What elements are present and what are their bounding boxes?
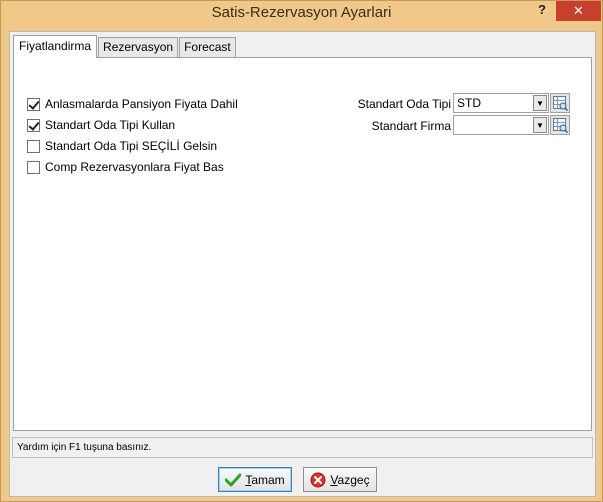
lookup-firma-button[interactable] bbox=[550, 115, 570, 135]
window-title: Satis-Rezervasyon Ayarlari bbox=[211, 4, 392, 21]
status-bar: Yardım için F1 tuşuna basınız. bbox=[12, 437, 593, 458]
tamam-button[interactable]: Tamam bbox=[218, 467, 292, 492]
lookup-oda-tipi-button[interactable] bbox=[550, 93, 570, 113]
checkbox-row-standart-oda[interactable]: Standart Oda Tipi Kullan bbox=[27, 117, 175, 133]
green-check-icon bbox=[225, 473, 242, 487]
close-button[interactable]: ✕ bbox=[556, 1, 601, 21]
checkbox-standart-oda-secili[interactable] bbox=[27, 139, 40, 153]
tab-forecast[interactable]: Forecast bbox=[179, 37, 236, 57]
status-text: Yardım için F1 tuşuna basınız. bbox=[17, 442, 152, 453]
tamam-label: Tamam bbox=[245, 472, 285, 487]
checkbox-label: Anlasmalarda Pansiyon Fiyata Dahil bbox=[45, 97, 238, 111]
checkbox-label: Comp Rezervasyonlara Fiyat Bas bbox=[45, 160, 224, 174]
standart-firma-combo[interactable]: ▼ bbox=[453, 115, 549, 135]
lookup-grid-icon bbox=[553, 96, 568, 111]
checkbox-label: Standart Oda Tipi SEÇİLİ Gelsin bbox=[45, 139, 218, 153]
checkbox-label: Standart Oda Tipi Kullan bbox=[45, 118, 176, 132]
checkbox-comp-fiyat-bas[interactable] bbox=[27, 160, 40, 174]
tab-fiyatlandirma[interactable]: Fiyatlandirma bbox=[13, 35, 98, 58]
dropdown-arrow-icon[interactable]: ▼ bbox=[533, 117, 547, 133]
lookup-grid-icon bbox=[553, 118, 568, 133]
checkbox-row-secili[interactable]: Standart Oda Tipi SEÇİLİ Gelsin bbox=[27, 138, 217, 154]
red-x-circle-icon bbox=[310, 472, 326, 488]
standart-firma-label: Standart Firma bbox=[371, 119, 451, 133]
tab-panel-fiyatlandirma: Anlasmalarda Pansiyon Fiyata Dahil Stand… bbox=[13, 57, 592, 431]
title-bar[interactable]: Satis-Rezervasyon Ayarlari ? ✕ bbox=[1, 1, 602, 25]
combo-value: STD bbox=[457, 96, 481, 110]
checkbox-standart-oda-kullan[interactable] bbox=[27, 118, 40, 132]
standart-oda-tipi-combo[interactable]: STD ▼ bbox=[453, 93, 549, 113]
standart-oda-tipi-label: Standart Oda Tipi bbox=[357, 97, 451, 111]
tab-strip: Fiyatlandirma Rezervasyon Forecast bbox=[13, 35, 237, 58]
checkbox-row-comp[interactable]: Comp Rezervasyonlara Fiyat Bas bbox=[27, 159, 224, 175]
dialog-client: Fiyatlandirma Rezervasyon Forecast Anlas… bbox=[9, 31, 596, 497]
help-button[interactable]: ? bbox=[533, 2, 551, 20]
vazgec-label: Vazgeç bbox=[330, 472, 370, 487]
dropdown-arrow-icon[interactable]: ▼ bbox=[533, 95, 547, 111]
checkbox-row-pansiyon[interactable]: Anlasmalarda Pansiyon Fiyata Dahil bbox=[27, 96, 238, 112]
dialog-window: Satis-Rezervasyon Ayarlari ? ✕ Fiyatland… bbox=[0, 0, 603, 502]
tab-rezervasyon[interactable]: Rezervasyon bbox=[98, 37, 179, 57]
vazgec-button[interactable]: Vazgeç bbox=[303, 467, 377, 492]
checkbox-pansiyon[interactable] bbox=[27, 97, 40, 111]
